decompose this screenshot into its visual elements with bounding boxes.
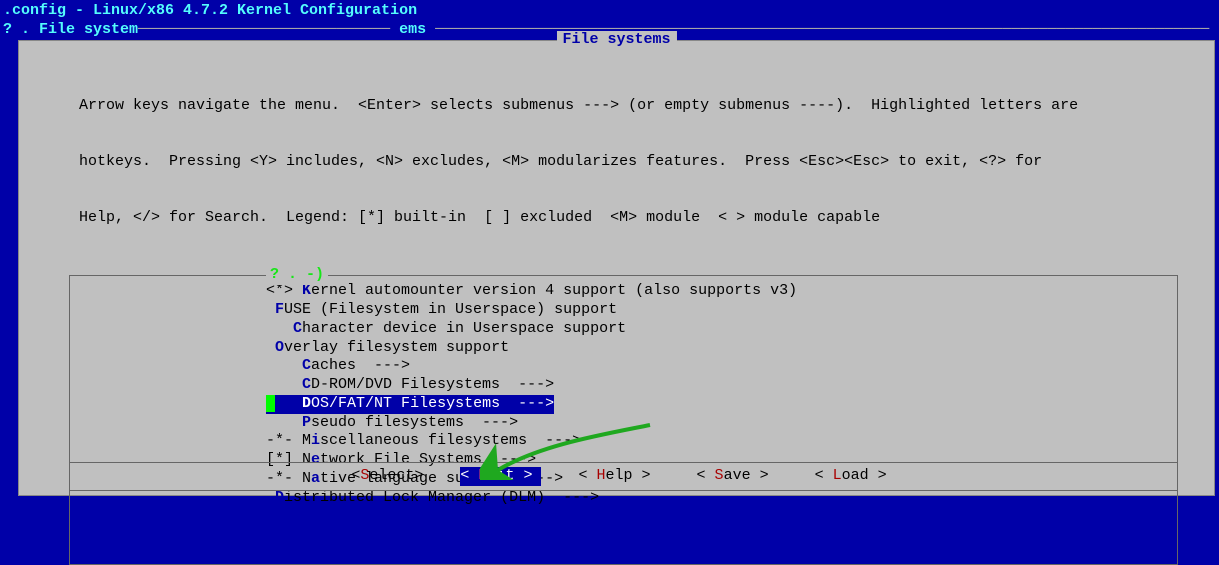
load-button[interactable]: < Load > <box>815 467 896 486</box>
menu-item[interactable]: FUSE (Filesystem in Userspace) support <box>266 301 1177 320</box>
save-button[interactable]: < Save > <box>697 467 778 486</box>
menu-item[interactable]: Character device in Userspace support <box>266 320 1177 339</box>
dialog: File systems Arrow keys navigate the men… <box>18 40 1215 496</box>
help-line-1: Arrow keys navigate the menu. <Enter> se… <box>79 97 1186 116</box>
scroll-indicator: ? . -) <box>266 266 328 285</box>
breadcrumb-dash2: ────────────────────────────────────────… <box>426 21 1209 38</box>
menu-item[interactable]: Pseudo filesystems ---> <box>266 414 1177 433</box>
menu-item[interactable]: DOS/FAT/NT Filesystems ---> <box>266 395 554 414</box>
select-button[interactable]: <Select> <box>351 467 423 486</box>
menu-item[interactable]: <*> Kernel automounter version 4 support… <box>266 282 1177 301</box>
menu-item[interactable]: Caches ---> <box>266 357 1177 376</box>
menu-item[interactable]: CD-ROM/DVD Filesystems ---> <box>266 376 1177 395</box>
menu-item[interactable]: Overlay filesystem support <box>266 339 1177 358</box>
help-text: Arrow keys navigate the menu. <Enter> se… <box>19 41 1214 271</box>
button-bar: <Select> < Exit > < Help > < Save > < Lo… <box>69 462 1178 491</box>
help-button[interactable]: < Help > <box>578 467 659 486</box>
window-title: .config - Linux/x86 4.7.2 Kernel Configu… <box>0 0 1219 21</box>
menu-box: ? . -) <*> Kernel automounter version 4 … <box>69 275 1178 565</box>
help-line-2: hotkeys. Pressing <Y> includes, <N> excl… <box>79 153 1186 172</box>
breadcrumb-mid: ems <box>399 21 426 38</box>
dialog-title: File systems <box>556 31 676 50</box>
help-line-3: Help, </> for Search. Legend: [*] built-… <box>79 209 1186 228</box>
menu-item[interactable]: -*- Miscellaneous filesystems ---> <box>266 432 1177 451</box>
breadcrumb-dash: ──────────────────────────── <box>138 21 399 38</box>
breadcrumb-left: ? . File system <box>3 21 138 38</box>
menu-item[interactable]: Distributed Lock Manager (DLM) ---> <box>266 489 1177 508</box>
exit-button[interactable]: < Exit > <box>460 467 541 486</box>
